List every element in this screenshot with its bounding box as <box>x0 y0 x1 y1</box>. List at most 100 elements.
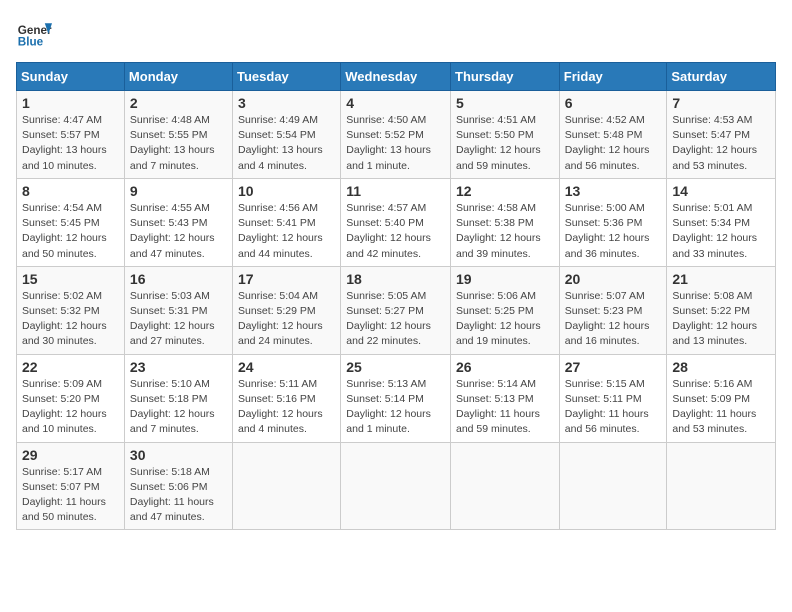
calendar-cell: 29 Sunrise: 5:17 AMSunset: 5:07 PMDayligh… <box>17 442 125 530</box>
calendar-cell: 3 Sunrise: 4:49 AMSunset: 5:54 PMDaylight… <box>233 91 341 179</box>
week-row-3: 22 Sunrise: 5:09 AMSunset: 5:20 PMDayligh… <box>17 354 776 442</box>
day-info: Sunrise: 5:07 AMSunset: 5:23 PMDaylight:… <box>565 289 662 350</box>
header-row: Sunday Monday Tuesday Wednesday Thursday… <box>17 63 776 91</box>
calendar-cell: 9 Sunrise: 4:55 AMSunset: 5:43 PMDaylight… <box>124 178 232 266</box>
day-number: 14 <box>672 183 770 199</box>
calendar-cell: 28 Sunrise: 5:16 AMSunset: 5:09 PMDayligh… <box>667 354 776 442</box>
calendar-cell: 4 Sunrise: 4:50 AMSunset: 5:52 PMDaylight… <box>341 91 451 179</box>
week-row-4: 29 Sunrise: 5:17 AMSunset: 5:07 PMDayligh… <box>17 442 776 530</box>
day-info: Sunrise: 5:03 AMSunset: 5:31 PMDaylight:… <box>130 289 227 350</box>
col-monday: Monday <box>124 63 232 91</box>
calendar-cell: 23 Sunrise: 5:10 AMSunset: 5:18 PMDayligh… <box>124 354 232 442</box>
calendar-cell <box>233 442 341 530</box>
calendar-cell: 2 Sunrise: 4:48 AMSunset: 5:55 PMDaylight… <box>124 91 232 179</box>
calendar-cell: 10 Sunrise: 4:56 AMSunset: 5:41 PMDayligh… <box>233 178 341 266</box>
day-info: Sunrise: 4:56 AMSunset: 5:41 PMDaylight:… <box>238 201 335 262</box>
day-info: Sunrise: 4:52 AMSunset: 5:48 PMDaylight:… <box>565 113 662 174</box>
day-number: 3 <box>238 95 335 111</box>
day-number: 11 <box>346 183 445 199</box>
day-number: 9 <box>130 183 227 199</box>
day-info: Sunrise: 5:10 AMSunset: 5:18 PMDaylight:… <box>130 377 227 438</box>
calendar-cell: 24 Sunrise: 5:11 AMSunset: 5:16 PMDayligh… <box>233 354 341 442</box>
day-number: 27 <box>565 359 662 375</box>
day-info: Sunrise: 5:13 AMSunset: 5:14 PMDaylight:… <box>346 377 445 438</box>
week-row-1: 8Sunrise: 4:54 AMSunset: 5:45 PMDaylight… <box>17 178 776 266</box>
day-info: Sunrise: 4:53 AMSunset: 5:47 PMDaylight:… <box>672 113 770 174</box>
day-info: Sunrise: 5:16 AMSunset: 5:09 PMDaylight:… <box>672 377 770 438</box>
day-info: Sunrise: 4:54 AMSunset: 5:45 PMDaylight:… <box>22 201 119 262</box>
calendar-cell: 1 Sunrise: 4:47 AMSunset: 5:57 PMDaylight… <box>17 91 125 179</box>
day-info: Sunrise: 4:58 AMSunset: 5:38 PMDaylight:… <box>456 201 554 262</box>
day-number: 26 <box>456 359 554 375</box>
day-number: 6 <box>565 95 662 111</box>
calendar-cell: 7 Sunrise: 4:53 AMSunset: 5:47 PMDaylight… <box>667 91 776 179</box>
day-number: 24 <box>238 359 335 375</box>
day-info: Sunrise: 4:49 AMSunset: 5:54 PMDaylight:… <box>238 113 335 174</box>
calendar-cell: 26 Sunrise: 5:14 AMSunset: 5:13 PMDayligh… <box>451 354 560 442</box>
calendar-table: Sunday Monday Tuesday Wednesday Thursday… <box>16 62 776 530</box>
day-info: Sunrise: 5:08 AMSunset: 5:22 PMDaylight:… <box>672 289 770 350</box>
col-friday: Friday <box>559 63 667 91</box>
day-info: Sunrise: 5:05 AMSunset: 5:27 PMDaylight:… <box>346 289 445 350</box>
day-info: Sunrise: 4:50 AMSunset: 5:52 PMDaylight:… <box>346 113 445 174</box>
day-number: 15 <box>22 271 119 287</box>
day-number: 1 <box>22 95 119 111</box>
calendar-cell: 19 Sunrise: 5:06 AMSunset: 5:25 PMDayligh… <box>451 266 560 354</box>
day-number: 12 <box>456 183 554 199</box>
day-number: 2 <box>130 95 227 111</box>
calendar-cell: 14 Sunrise: 5:01 AMSunset: 5:34 PMDayligh… <box>667 178 776 266</box>
calendar-cell: 15Sunrise: 5:02 AMSunset: 5:32 PMDayligh… <box>17 266 125 354</box>
day-info: Sunrise: 5:00 AMSunset: 5:36 PMDaylight:… <box>565 201 662 262</box>
day-info: Sunrise: 4:47 AMSunset: 5:57 PMDaylight:… <box>22 113 119 174</box>
day-info: Sunrise: 5:09 AMSunset: 5:20 PMDaylight:… <box>22 377 119 438</box>
day-info: Sunrise: 4:48 AMSunset: 5:55 PMDaylight:… <box>130 113 227 174</box>
day-number: 7 <box>672 95 770 111</box>
day-number: 4 <box>346 95 445 111</box>
calendar-cell: 8Sunrise: 4:54 AMSunset: 5:45 PMDaylight… <box>17 178 125 266</box>
calendar-cell: 18 Sunrise: 5:05 AMSunset: 5:27 PMDayligh… <box>341 266 451 354</box>
day-info: Sunrise: 5:01 AMSunset: 5:34 PMDaylight:… <box>672 201 770 262</box>
day-number: 18 <box>346 271 445 287</box>
day-number: 19 <box>456 271 554 287</box>
calendar-cell <box>451 442 560 530</box>
calendar-cell: 22 Sunrise: 5:09 AMSunset: 5:20 PMDayligh… <box>17 354 125 442</box>
calendar-cell: 11Sunrise: 4:57 AMSunset: 5:40 PMDayligh… <box>341 178 451 266</box>
day-number: 21 <box>672 271 770 287</box>
col-tuesday: Tuesday <box>233 63 341 91</box>
calendar-cell: 16 Sunrise: 5:03 AMSunset: 5:31 PMDayligh… <box>124 266 232 354</box>
calendar-cell: 5 Sunrise: 4:51 AMSunset: 5:50 PMDaylight… <box>451 91 560 179</box>
day-number: 5 <box>456 95 554 111</box>
day-info: Sunrise: 5:15 AMSunset: 5:11 PMDaylight:… <box>565 377 662 438</box>
day-info: Sunrise: 5:06 AMSunset: 5:25 PMDaylight:… <box>456 289 554 350</box>
day-info: Sunrise: 4:55 AMSunset: 5:43 PMDaylight:… <box>130 201 227 262</box>
day-info: Sunrise: 4:51 AMSunset: 5:50 PMDaylight:… <box>456 113 554 174</box>
day-info: Sunrise: 5:11 AMSunset: 5:16 PMDaylight:… <box>238 377 335 438</box>
day-number: 29 <box>22 447 119 463</box>
day-info: Sunrise: 5:04 AMSunset: 5:29 PMDaylight:… <box>238 289 335 350</box>
day-number: 16 <box>130 271 227 287</box>
svg-text:Blue: Blue <box>18 36 44 49</box>
calendar-cell: 21 Sunrise: 5:08 AMSunset: 5:22 PMDayligh… <box>667 266 776 354</box>
day-number: 10 <box>238 183 335 199</box>
calendar-cell: 6 Sunrise: 4:52 AMSunset: 5:48 PMDaylight… <box>559 91 667 179</box>
calendar-cell <box>559 442 667 530</box>
day-number: 28 <box>672 359 770 375</box>
day-number: 22 <box>22 359 119 375</box>
calendar-cell: 25 Sunrise: 5:13 AMSunset: 5:14 PMDayligh… <box>341 354 451 442</box>
day-info: Sunrise: 5:17 AMSunset: 5:07 PMDaylight:… <box>22 465 119 526</box>
page-header: General Blue <box>16 16 776 52</box>
day-number: 17 <box>238 271 335 287</box>
calendar-cell: 30Sunrise: 5:18 AMSunset: 5:06 PMDayligh… <box>124 442 232 530</box>
day-number: 23 <box>130 359 227 375</box>
day-number: 30 <box>130 447 227 463</box>
col-thursday: Thursday <box>451 63 560 91</box>
logo: General Blue <box>16 16 52 52</box>
col-wednesday: Wednesday <box>341 63 451 91</box>
calendar-cell: 13 Sunrise: 5:00 AMSunset: 5:36 PMDayligh… <box>559 178 667 266</box>
week-row-0: 1 Sunrise: 4:47 AMSunset: 5:57 PMDaylight… <box>17 91 776 179</box>
day-number: 20 <box>565 271 662 287</box>
day-info: Sunrise: 5:14 AMSunset: 5:13 PMDaylight:… <box>456 377 554 438</box>
day-number: 25 <box>346 359 445 375</box>
calendar-cell: 17 Sunrise: 5:04 AMSunset: 5:29 PMDayligh… <box>233 266 341 354</box>
day-number: 13 <box>565 183 662 199</box>
